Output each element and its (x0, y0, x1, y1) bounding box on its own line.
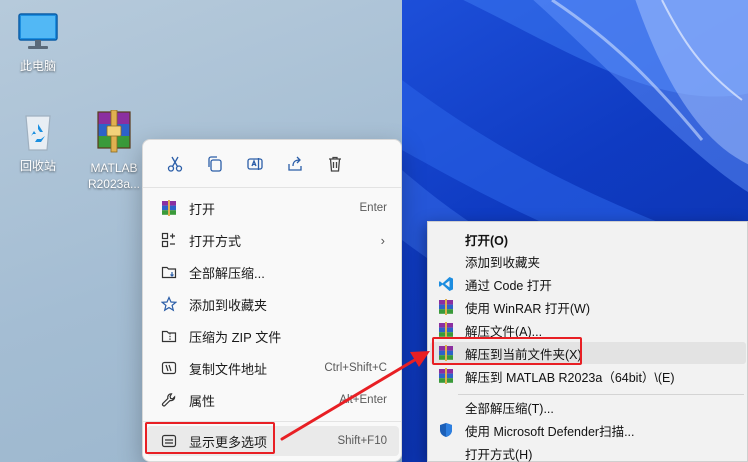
menu-item-label: 使用 WinRAR 打开(W) (465, 301, 590, 316)
cut-button[interactable] (155, 146, 195, 182)
menu-item-shortcut: Enter (359, 202, 388, 214)
classic-item-add-favorite[interactable]: 添加到收藏夹 (430, 250, 746, 272)
winrar-icon (438, 322, 454, 338)
classic-item-open-with[interactable]: 打开方式(H) (430, 442, 746, 462)
classic-item-extract-all[interactable]: 全部解压缩(T)... (430, 396, 746, 418)
share-icon (288, 156, 302, 171)
menu-item-label: 全部解压缩... (189, 265, 265, 281)
classic-item-defender-scan[interactable]: 使用 Microsoft Defender扫描... (430, 419, 746, 441)
copy-path-icon (159, 358, 179, 378)
menu-item-label: 打开方式 (189, 233, 242, 249)
menu-item-label: 添加到收藏夹 (465, 255, 541, 270)
desktop-icon-label: 回收站 (19, 159, 56, 173)
menu-item-properties[interactable]: 属性 Alt+Enter (147, 385, 399, 415)
menu-item-label: 属性 (189, 393, 216, 409)
desktop-icon-label: MATLAB R2023a... (87, 161, 141, 191)
winrar-icon (438, 299, 454, 315)
wrench-icon (159, 390, 179, 410)
winrar-icon (438, 368, 454, 384)
rename-button[interactable] (235, 146, 275, 182)
classic-item-extract-to-folder[interactable]: 解压到 MATLAB R2023a（64bit）\(E) (430, 365, 746, 387)
menu-separator (458, 394, 744, 395)
menu-item-add-favorite[interactable]: 添加到收藏夹 (147, 289, 399, 319)
copy-icon (208, 155, 222, 172)
menu-item-open[interactable]: 打开 Enter (147, 193, 399, 223)
desktop-icon-matlab-archive[interactable]: MATLAB R2023a... (82, 110, 146, 192)
menu-item-label: 打开(O) (465, 233, 509, 248)
menu-item-label: 添加到收藏夹 (189, 297, 268, 313)
menu-item-label: 压缩为 ZIP 文件 (189, 329, 282, 345)
classic-item-open-with-code[interactable]: 通过 Code 打开 (430, 273, 746, 295)
delete-icon (329, 156, 341, 172)
star-icon (159, 294, 179, 314)
monitor-icon (18, 13, 58, 49)
context-toolbar (143, 140, 401, 188)
winrar-archive-icon (97, 110, 131, 153)
menu-item-shortcut: Ctrl+Shift+C (324, 362, 387, 374)
menu-item-copy-path[interactable]: 复制文件地址 Ctrl+Shift+C (147, 353, 399, 383)
menu-item-extract-all[interactable]: 全部解压缩... (147, 257, 399, 287)
cut-icon (167, 156, 183, 172)
desktop-icon-this-pc[interactable]: 此电脑 (6, 10, 70, 74)
zip-icon (159, 326, 179, 346)
share-button[interactable] (275, 146, 315, 182)
menu-item-label: 解压到 MATLAB R2023a（64bit）\(E) (465, 370, 675, 385)
menu-item-label: 通过 Code 打开 (465, 278, 552, 293)
highlight-box-show-more (145, 422, 275, 454)
defender-icon (438, 422, 454, 438)
classic-item-open[interactable]: 打开(O) (430, 228, 746, 250)
recycle-bin-icon (25, 115, 51, 151)
menu-item-shortcut: Shift+F10 (337, 435, 387, 447)
menu-item-shortcut: Alt+Enter (339, 394, 387, 406)
winrar-icon (159, 198, 179, 218)
delete-button[interactable] (315, 146, 355, 182)
rename-icon (247, 157, 263, 170)
extract-all-icon (159, 262, 179, 282)
desktop-icon-recycle-bin[interactable]: 回收站 (6, 110, 70, 174)
menu-item-label: 使用 Microsoft Defender扫描... (465, 424, 635, 439)
classic-item-open-with-winrar[interactable]: 使用 WinRAR 打开(W) (430, 296, 746, 318)
menu-item-label: 复制文件地址 (189, 361, 268, 377)
vscode-icon (438, 276, 454, 292)
desktop-icon-label: 此电脑 (19, 59, 56, 73)
menu-item-open-with[interactable]: 打开方式 › (147, 225, 399, 255)
menu-item-label: 全部解压缩(T)... (465, 401, 554, 416)
open-with-icon (159, 230, 179, 250)
copy-button[interactable] (195, 146, 235, 182)
modern-context-menu: 打开 Enter 打开方式 › 全部解压缩... 添加到收藏夹 压缩为 ZIP … (142, 139, 402, 462)
menu-item-label: 打开 (189, 201, 216, 217)
highlight-box-extract-here (432, 337, 582, 365)
chevron-right-icon: › (380, 232, 385, 248)
menu-item-compress-zip[interactable]: 压缩为 ZIP 文件 (147, 321, 399, 351)
menu-item-label: 打开方式(H) (465, 447, 533, 462)
